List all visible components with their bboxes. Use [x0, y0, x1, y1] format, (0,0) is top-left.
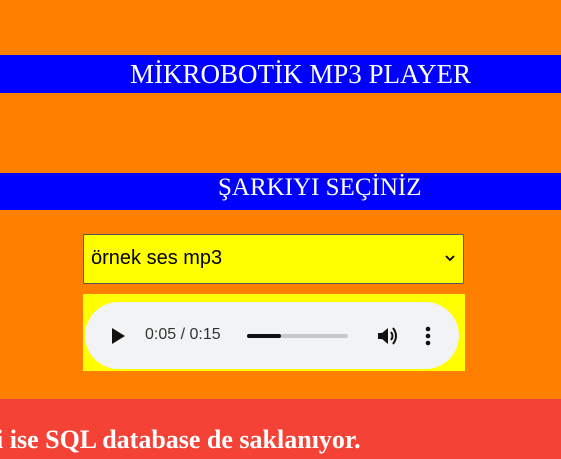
audio-player[interactable]: 0:05 / 0:15: [85, 302, 459, 369]
title-banner: MİKROBOTİK MP3 PLAYER: [0, 55, 561, 93]
song-select[interactable]: örnek ses mp3: [83, 234, 464, 284]
play-icon[interactable]: [111, 328, 125, 344]
progress-slider[interactable]: [247, 334, 348, 338]
more-options-icon[interactable]: [425, 326, 431, 346]
song-select-value: örnek ses mp3: [91, 247, 223, 269]
progress-fill: [247, 334, 281, 338]
chevron-down-icon: [445, 255, 455, 262]
audio-container: 0:05 / 0:15: [83, 294, 465, 371]
subtitle-banner: ŞARKIYI SEÇİNİZ: [0, 173, 561, 210]
page-title: MİKROBOTİK MP3 PLAYER: [130, 59, 472, 89]
time-display: 0:05 / 0:15: [145, 326, 221, 343]
volume-icon[interactable]: [377, 326, 399, 346]
footer-banner: i ise SQL database de saklanıyor.: [0, 399, 561, 459]
footer-text: i ise SQL database de saklanıyor.: [0, 425, 361, 454]
page-subtitle: ŞARKIYI SEÇİNİZ: [218, 174, 422, 201]
